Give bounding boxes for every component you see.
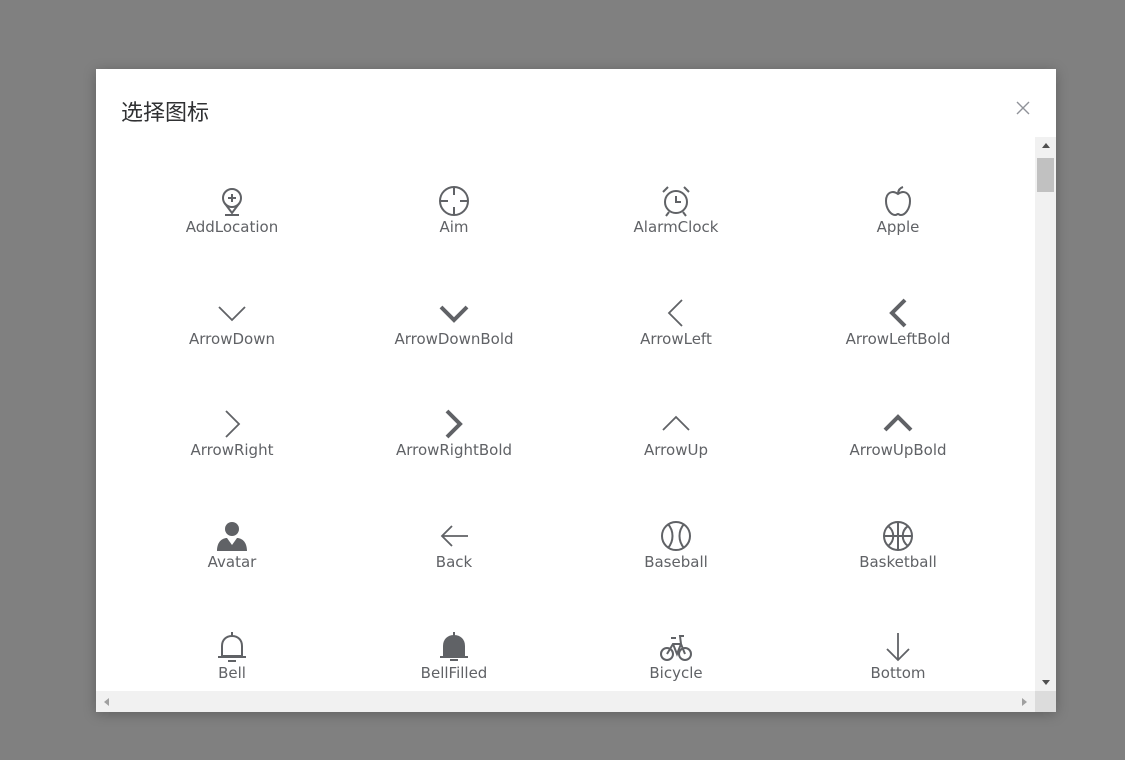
- scroll-up-button[interactable]: [1035, 137, 1056, 154]
- icon-option-label: ArrowUpBold: [849, 441, 947, 459]
- icon-option-alarm-clock[interactable]: AlarmClock: [565, 183, 787, 295]
- icon-option-label: ArrowLeft: [640, 329, 712, 348]
- icon-option-label: BellFilled: [420, 664, 488, 682]
- bell-icon: [214, 629, 250, 665]
- vertical-scroll-thumb[interactable]: [1037, 158, 1054, 192]
- icon-option-arrow-up[interactable]: ArrowUp: [565, 406, 787, 518]
- dialog-title: 选择图标: [121, 101, 210, 126]
- arrow-left-bold-icon: [880, 295, 916, 331]
- arrow-down-bold-icon: [436, 295, 472, 331]
- icon-option-bottom[interactable]: Bottom: [787, 629, 1009, 691]
- basketball-icon: [880, 518, 916, 554]
- back-icon: [436, 518, 472, 554]
- icon-option-label: ArrowLeftBold: [845, 329, 951, 348]
- icon-option-arrow-up-bold[interactable]: ArrowUpBold: [787, 406, 1009, 518]
- icon-option-bell-filled[interactable]: BellFilled: [343, 629, 565, 691]
- horizontal-scrollbar[interactable]: [96, 691, 1035, 712]
- icon-option-arrow-left-bold[interactable]: ArrowLeftBold: [787, 295, 1009, 407]
- icon-option-label: ArrowDown: [189, 329, 275, 348]
- close-icon: [1016, 101, 1030, 115]
- baseball-icon: [658, 518, 694, 554]
- triangle-down-icon: [1041, 680, 1050, 685]
- icon-option-arrow-right[interactable]: ArrowRight: [121, 406, 343, 518]
- arrow-left-icon: [658, 295, 694, 331]
- icon-option-label: ArrowRightBold: [395, 441, 513, 459]
- dialog-body: AddLocation Aim AlarmClock Apple ArrowDown Ar…: [96, 137, 1035, 691]
- icon-option-label: AlarmClock: [633, 218, 719, 236]
- icon-option-label: Baseball: [644, 552, 708, 571]
- icon-option-bell[interactable]: Bell: [121, 629, 343, 691]
- scroll-left-button[interactable]: [98, 691, 115, 712]
- arrow-right-icon: [214, 406, 250, 442]
- icon-option-aim[interactable]: Aim: [343, 183, 565, 295]
- icon-option-bicycle[interactable]: Bicycle: [565, 629, 787, 691]
- icon-option-apple[interactable]: Apple: [787, 183, 1009, 295]
- bell-filled-icon: [436, 629, 472, 665]
- bicycle-icon: [658, 629, 694, 665]
- arrow-up-bold-icon: [880, 406, 916, 442]
- scroll-down-button[interactable]: [1035, 674, 1056, 691]
- vertical-scrollbar[interactable]: [1035, 137, 1056, 691]
- icon-option-add-location[interactable]: AddLocation: [121, 183, 343, 295]
- icon-option-label: Bicycle: [649, 664, 703, 682]
- triangle-right-icon: [1022, 697, 1027, 706]
- scroll-right-button[interactable]: [1016, 691, 1033, 712]
- apple-icon: [880, 183, 916, 219]
- icon-option-label: Back: [435, 552, 473, 571]
- add-location-icon: [214, 183, 250, 219]
- close-button[interactable]: [1012, 97, 1034, 119]
- bottom-icon: [880, 629, 916, 665]
- icon-grid: AddLocation Aim AlarmClock Apple ArrowDown Ar…: [121, 183, 1010, 691]
- icon-option-arrow-left[interactable]: ArrowLeft: [565, 295, 787, 407]
- icon-option-label: ArrowDownBold: [394, 329, 514, 348]
- icon-option-avatar[interactable]: Avatar: [121, 518, 343, 630]
- icon-option-arrow-down-bold[interactable]: ArrowDownBold: [343, 295, 565, 407]
- icon-option-label: Avatar: [207, 552, 257, 571]
- icon-option-label: Aim: [439, 218, 469, 236]
- triangle-up-icon: [1041, 143, 1050, 148]
- icon-option-back[interactable]: Back: [343, 518, 565, 630]
- icon-option-basketball[interactable]: Basketball: [787, 518, 1009, 630]
- icon-option-arrow-right-bold[interactable]: ArrowRightBold: [343, 406, 565, 518]
- icon-option-label: ArrowRight: [190, 441, 274, 459]
- icon-option-label: ArrowUp: [644, 441, 708, 459]
- arrow-right-bold-icon: [436, 406, 472, 442]
- icon-option-label: Bottom: [870, 664, 926, 682]
- aim-icon: [436, 183, 472, 219]
- icon-option-label: AddLocation: [185, 218, 279, 236]
- arrow-up-icon: [658, 406, 694, 442]
- icon-option-label: Apple: [876, 218, 920, 236]
- arrow-down-icon: [214, 295, 250, 331]
- avatar-icon: [214, 518, 250, 554]
- icon-option-baseball[interactable]: Baseball: [565, 518, 787, 630]
- icon-option-label: Bell: [218, 664, 246, 682]
- scrollbar-corner: [1035, 691, 1056, 712]
- alarm-clock-icon: [658, 183, 694, 219]
- triangle-left-icon: [104, 697, 109, 706]
- icon-picker-dialog: 选择图标 AddLocation Aim AlarmClock Apple ArrowD…: [96, 69, 1056, 712]
- icon-option-label: Basketball: [859, 552, 937, 571]
- icon-option-arrow-down[interactable]: ArrowDown: [121, 295, 343, 407]
